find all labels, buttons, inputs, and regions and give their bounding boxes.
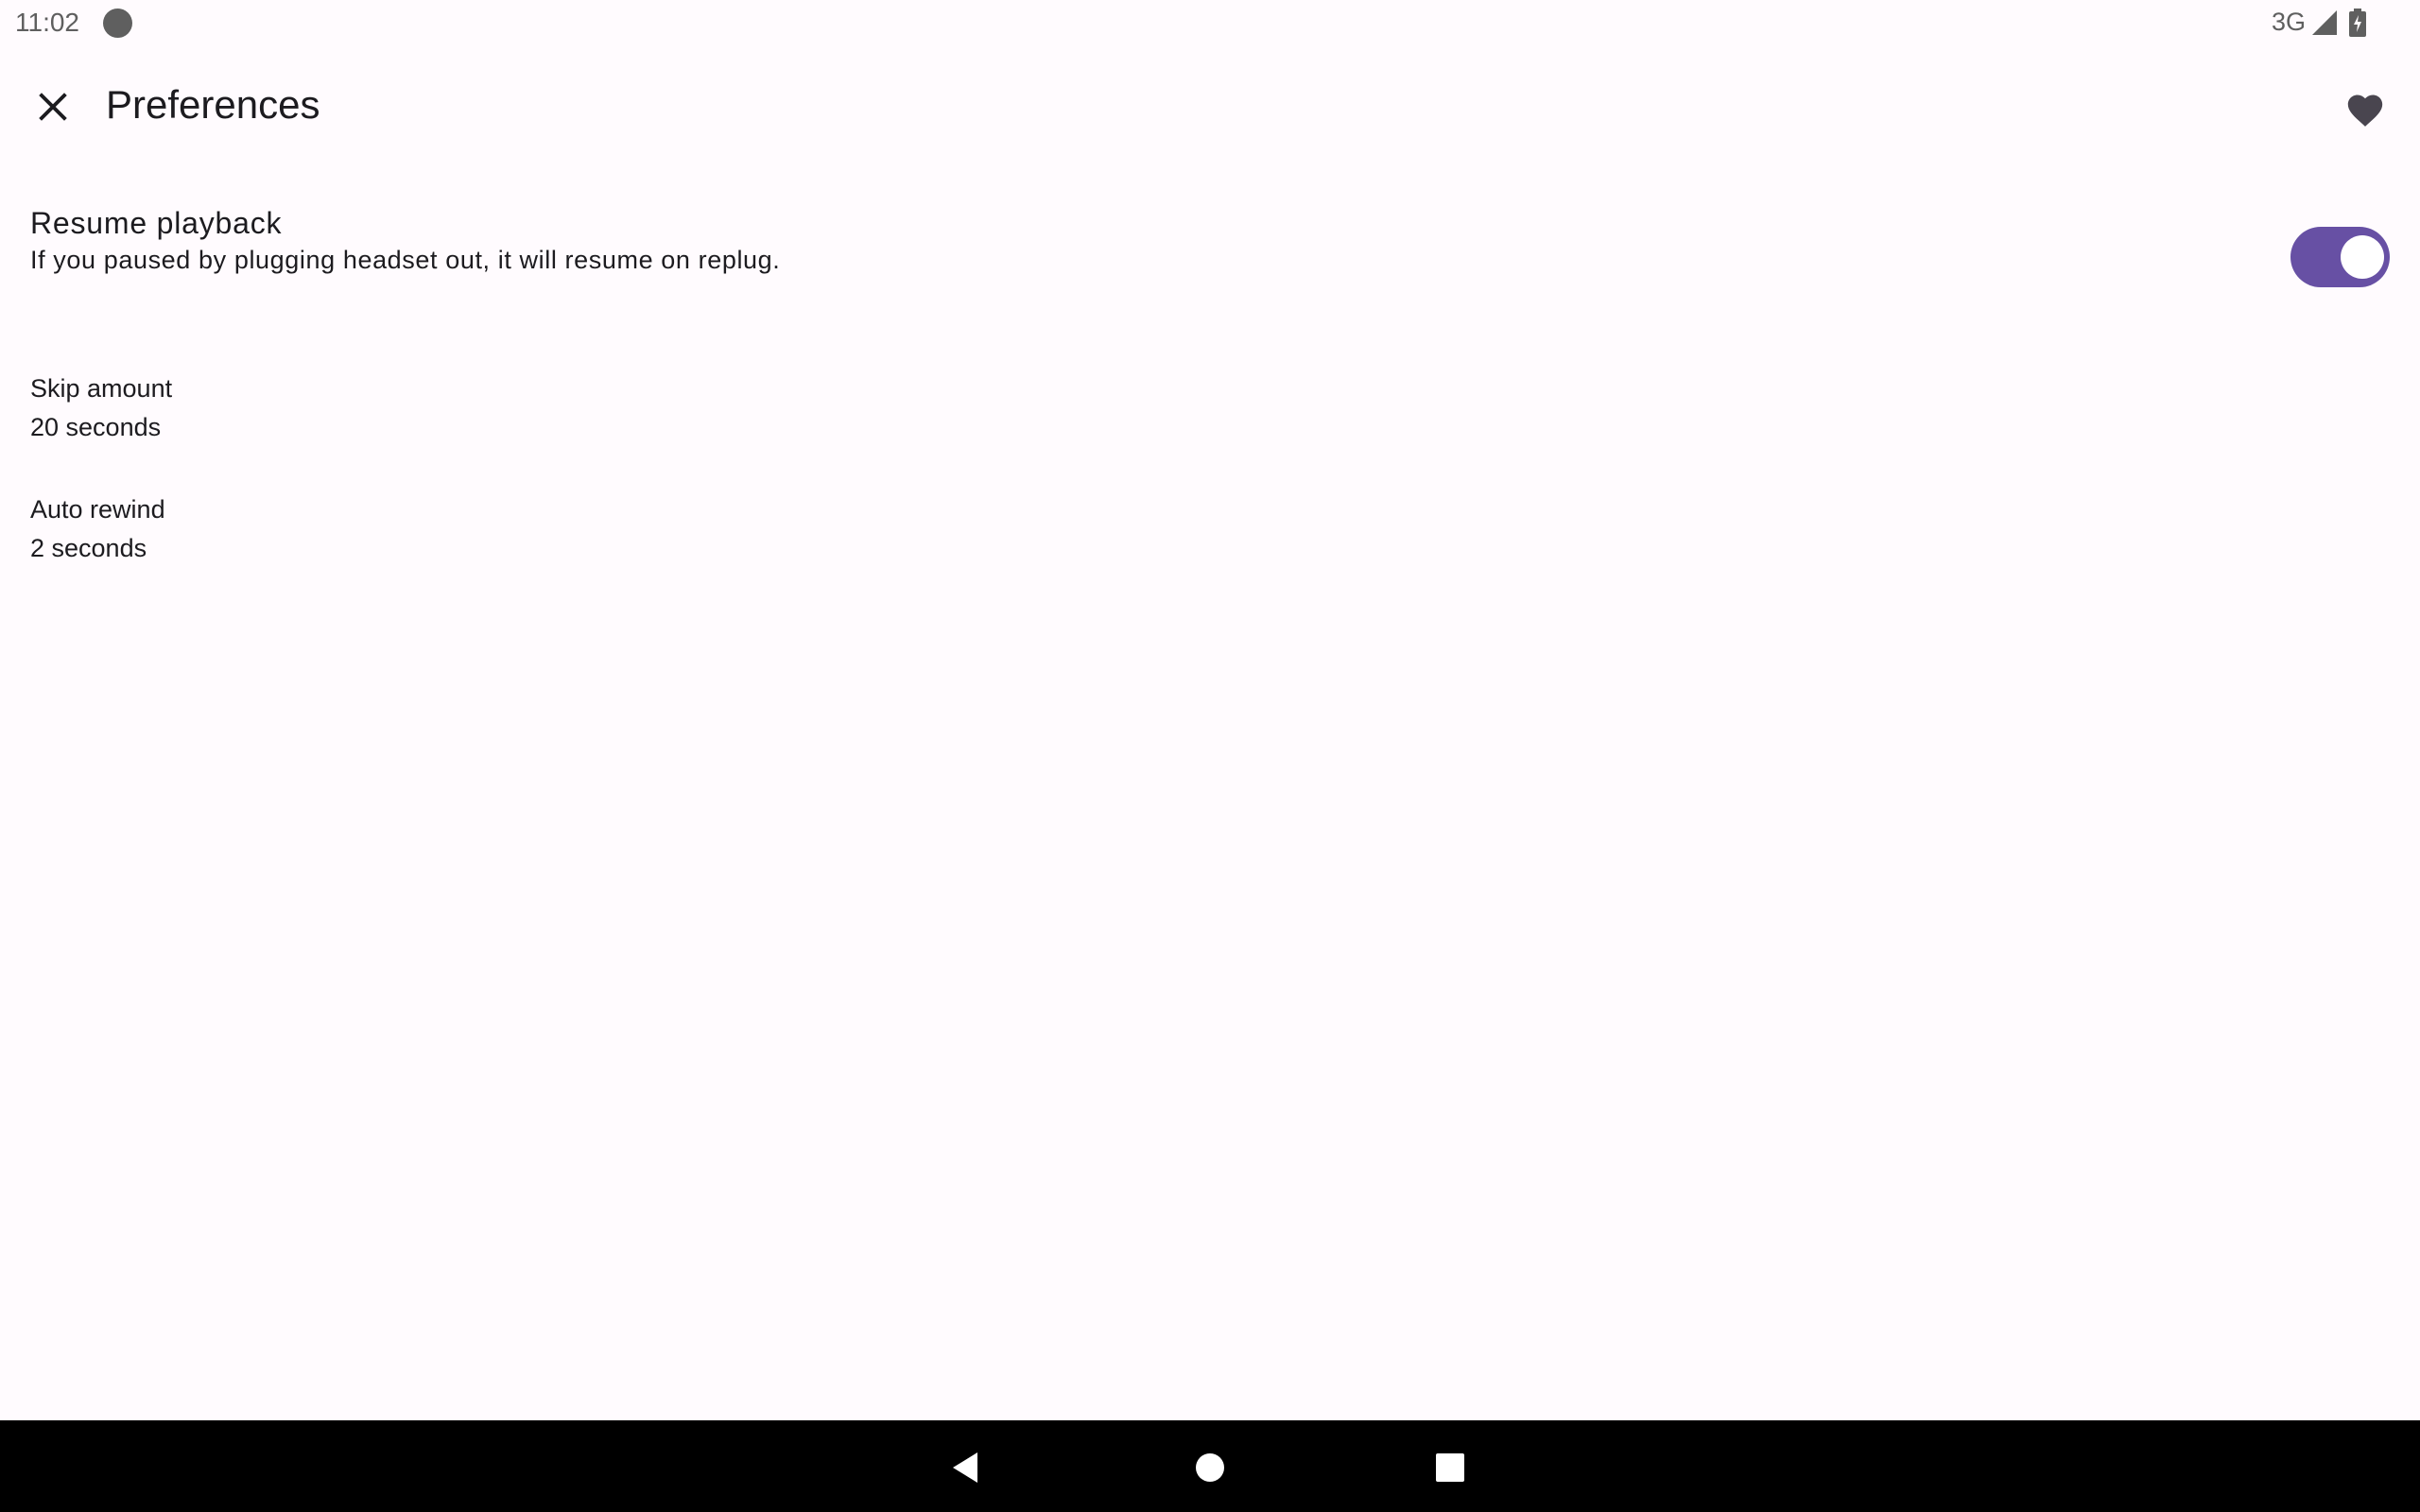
toolbar: Preferences <box>0 46 2420 167</box>
resume-playback-toggle[interactable] <box>2290 227 2390 287</box>
navigation-bar <box>0 1420 2420 1512</box>
auto-rewind-title: Auto rewind <box>30 495 165 524</box>
auto-rewind-value: 2 seconds <box>30 534 147 562</box>
resume-playback-row[interactable]: Resume playback If you paused by pluggin… <box>0 189 2420 327</box>
notification-dot-icon <box>103 9 132 38</box>
resume-playback-summary: If you paused by plugging headset out, i… <box>30 246 781 274</box>
heart-icon <box>2347 94 2383 127</box>
page-title: Preferences <box>106 82 320 127</box>
favorite-button[interactable] <box>2335 78 2395 139</box>
skip-amount-title: Skip amount <box>30 374 173 403</box>
recents-button[interactable] <box>1420 1437 1480 1498</box>
signal-icon <box>2312 10 2337 35</box>
skip-amount-value: 20 seconds <box>30 413 162 441</box>
close-button[interactable] <box>19 77 87 137</box>
home-icon <box>1196 1453 1224 1482</box>
back-icon <box>953 1452 977 1483</box>
status-time: 11:02 <box>15 8 79 37</box>
resume-playback-title: Resume playback <box>30 206 283 240</box>
toggle-thumb <box>2341 235 2384 279</box>
recents-icon <box>1436 1453 1464 1482</box>
home-button[interactable] <box>1180 1437 1240 1498</box>
status-bar: 11:02 3G <box>0 0 2420 46</box>
close-icon <box>39 93 67 121</box>
network-type: 3G <box>2272 8 2307 36</box>
skip-amount-row[interactable]: Skip amount 20 seconds <box>0 365 2420 455</box>
auto-rewind-row[interactable]: Auto rewind 2 seconds <box>0 486 2420 576</box>
preferences-screen: 11:02 3G Preferences Resume playback If … <box>0 0 2420 1512</box>
battery-icon <box>2349 9 2366 37</box>
back-button[interactable] <box>936 1437 996 1498</box>
